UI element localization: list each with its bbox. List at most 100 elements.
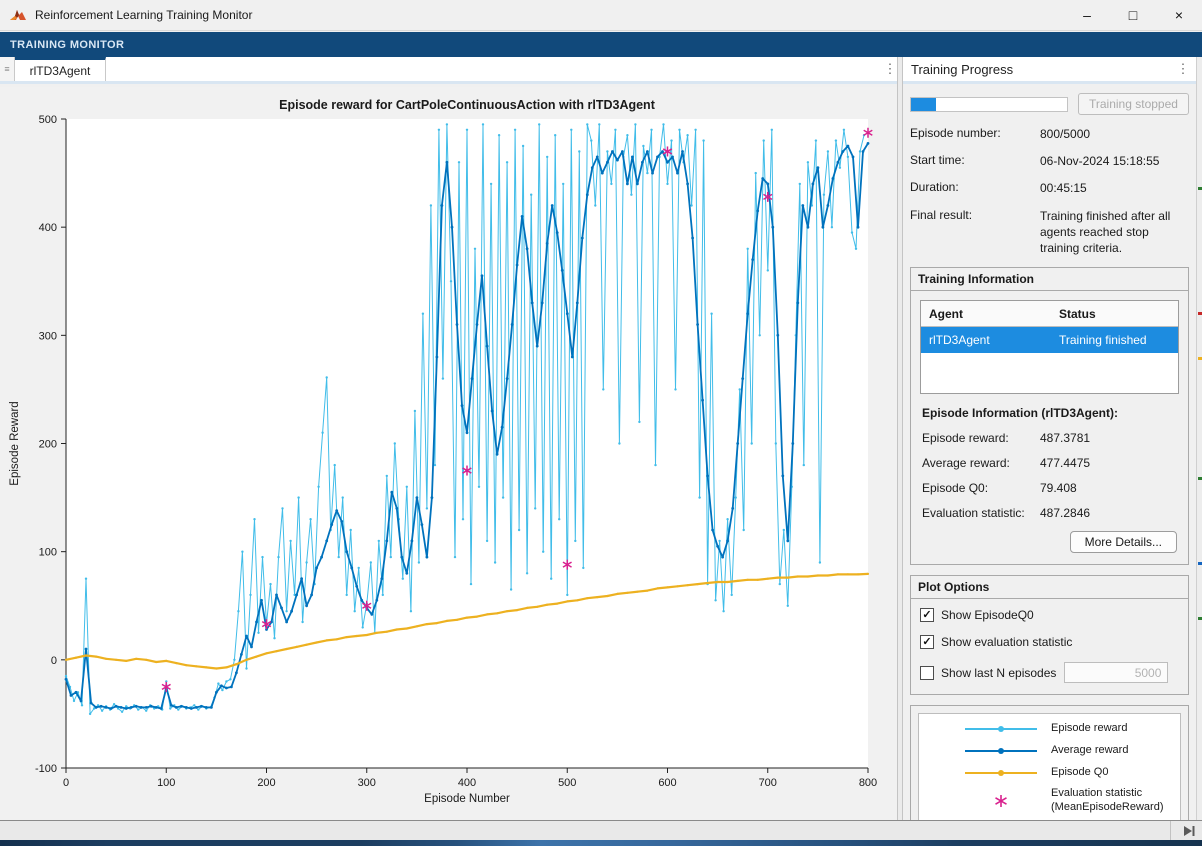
training-information-title: Training Information [911,268,1188,291]
skip-to-end-icon[interactable] [1182,824,1196,838]
table-row[interactable]: rlTD3Agent Training finished [921,327,1178,353]
field-value: 477.4475 [1040,456,1090,470]
checkbox-icon[interactable]: ✓ [920,608,934,622]
svg-text:0: 0 [51,655,57,667]
agent-status-table: Agent Status rlTD3Agent Training finishe… [920,300,1179,394]
training-stopped-button[interactable]: Training stopped [1078,93,1189,115]
legend-section: Episode reward Average reward Episode Q0 [910,705,1189,838]
field-value: 487.2846 [1040,506,1090,520]
field-value: 800/5000 [1040,126,1189,142]
taskbar-sliver [0,840,1202,846]
progress-row: Training stopped [910,93,1189,115]
toolstrip-tab-training-monitor[interactable]: TRAINING MONITOR [0,39,134,51]
svg-text:300: 300 [358,777,376,789]
evaluation-statistic-row: Evaluation statistic: 487.2846 [922,506,1177,520]
plot-option-show-last-n-episodes[interactable]: Show last N episodes [920,662,1179,683]
checkbox-icon[interactable]: ✓ [920,635,934,649]
svg-text:100: 100 [157,777,175,789]
svg-text:200: 200 [257,777,275,789]
svg-text:700: 700 [759,777,777,789]
document-tab-bar: ≡ rlTD3Agent ⋮ [0,57,903,84]
screen-edge-sliver [1196,57,1202,820]
legend-entry-evaluation-statistic: Evaluation statistic (MeanEpisodeReward) [923,787,1176,815]
field-label: Evaluation statistic: [922,506,1040,520]
panel-header: Training Progress ⋮ [903,57,1196,84]
plot-option-show-evaluation-statistic[interactable]: ✓ Show evaluation statistic [920,635,1179,649]
cell-status: Training finished [1051,333,1178,347]
status-bar [0,820,1202,840]
field-duration: Duration: 00:45:15 [910,180,1189,196]
legend-label: Episode reward [1051,722,1127,736]
field-label: Duration: [910,180,1040,196]
checkbox-icon[interactable] [920,666,934,680]
episode-reward-row: Episode reward: 487.3781 [922,431,1177,445]
svg-text:400: 400 [39,222,57,234]
training-progress-fill [911,98,936,111]
field-label: Average reward: [922,456,1040,470]
field-start-time: Start time: 06-Nov-2024 15:18:55 [910,153,1189,169]
checkbox-label: Show EpisodeQ0 [941,608,1034,622]
legend-label: Evaluation statistic (MeanEpisodeReward) [1051,787,1164,815]
field-value: 79.408 [1040,481,1077,495]
svg-text:800: 800 [859,777,877,789]
checkbox-label: Show evaluation statistic [941,635,1072,649]
episode-q0-line-sample [965,768,1037,778]
maximize-button[interactable]: □ [1110,0,1156,30]
more-details-button[interactable]: More Details... [1070,531,1177,553]
svg-text:Episode Reward: Episode Reward [9,401,21,485]
field-label: Final result: [910,208,1040,257]
plot-options-section: Plot Options ✓ Show EpisodeQ0 ✓ Show eva… [910,575,1189,695]
svg-text:400: 400 [458,777,476,789]
svg-text:600: 600 [658,777,676,789]
legend-entry-average-reward: Average reward [923,744,1176,758]
svg-text:500: 500 [558,777,576,789]
svg-text:Episode Number: Episode Number [424,793,510,805]
toolstrip: TRAINING MONITOR [0,32,1202,57]
panel-title: Training Progress [911,62,1013,77]
evaluation-asterisk-icon [993,793,1009,809]
column-header-agent: Agent [921,307,1051,321]
average-reward-line-sample [965,746,1037,756]
field-final-result: Final result: Training finished after al… [910,208,1189,257]
column-header-status: Status [1051,307,1178,321]
svg-text:500: 500 [39,114,57,126]
training-progress-panel: Training Progress ⋮ Training stopped Epi… [903,57,1196,820]
document-menu-icon[interactable]: ≡ [0,57,15,81]
field-label: Episode number: [910,126,1040,142]
legend-label: Average reward [1051,744,1128,758]
average-reward-row: Average reward: 477.4475 [922,456,1177,470]
app-window: Reinforcement Learning Training Monitor … [0,0,1202,846]
field-value: Training finished after all agents reach… [1040,208,1189,257]
close-button[interactable]: × [1156,0,1202,30]
tab-rltd3agent[interactable]: rlTD3Agent [15,57,106,81]
window-title: Reinforcement Learning Training Monitor [35,8,252,22]
last-n-episodes-input[interactable] [1064,662,1168,683]
table-header-row: Agent Status [921,301,1178,327]
window-controls: – □ × [1064,0,1202,30]
episode-reward-line-sample [965,724,1037,734]
svg-text:Episode reward for CartPoleCon: Episode reward for CartPoleContinuousAct… [279,98,656,112]
training-information-section: Training Information Agent Status rlTD3A… [910,267,1189,565]
legend-entry-episode-q0: Episode Q0 [923,766,1176,780]
svg-text:0: 0 [63,777,69,789]
field-label: Episode Q0: [922,481,1040,495]
panel-overflow-icon[interactable]: ⋮ [1170,61,1196,77]
legend-label: Episode Q0 [1051,766,1108,780]
checkbox-label: Show last N episodes [941,666,1056,680]
svg-text:-100: -100 [35,763,57,775]
field-episode-number: Episode number: 800/5000 [910,126,1189,142]
field-value: 00:45:15 [1040,180,1189,196]
field-label: Episode reward: [922,431,1040,445]
training-progress-bar [910,97,1068,112]
legend-entry-episode-reward: Episode reward [923,722,1176,736]
svg-text:100: 100 [39,547,57,559]
figure-area: Episode reward for CartPoleContinuousAct… [0,87,897,820]
plot-option-show-episodeq0[interactable]: ✓ Show EpisodeQ0 [920,608,1179,622]
table-empty-area [921,353,1178,393]
status-bar-divider [1170,821,1171,840]
minimize-button[interactable]: – [1064,0,1110,30]
episode-information-title: Episode Information (rlTD3Agent): [922,406,1177,420]
cell-agent: rlTD3Agent [921,333,1051,347]
field-value: 487.3781 [1040,431,1090,445]
matlab-logo-icon [9,6,27,24]
